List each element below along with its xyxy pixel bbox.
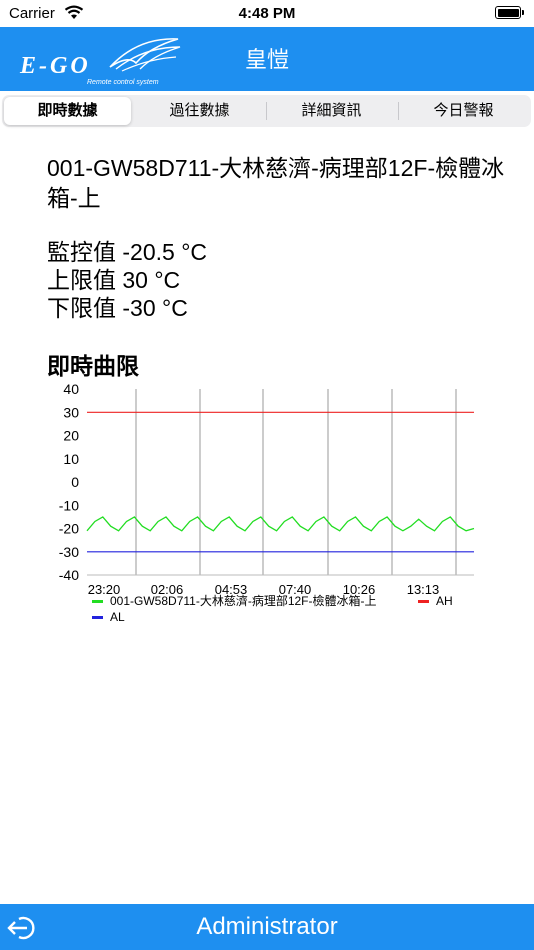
y-tick-label: 10	[63, 451, 79, 467]
navigation-bar: E-GO Remote control system 皇愷	[0, 27, 534, 91]
y-tick-label: 40	[63, 381, 79, 397]
nav-title: 皇愷	[244, 47, 289, 72]
bottom-bar: Administrator	[0, 904, 534, 950]
status-time: 4:48 PM	[238, 5, 296, 22]
y-tick-label: 20	[63, 428, 79, 444]
monitor-value: 監控值 -20.5 °C	[47, 239, 208, 265]
battery-tip	[522, 10, 524, 15]
tab-detail-info[interactable]: 詳細資訊	[268, 97, 395, 125]
tab-divider	[398, 102, 399, 120]
tab-segmented-control: 即時數據 過往數據 詳細資訊 今日警報	[2, 95, 531, 127]
tab-realtime-data[interactable]: 即時數據	[4, 97, 131, 125]
legend-label: AH	[436, 594, 453, 608]
tab-history-data[interactable]: 過往數據	[136, 97, 263, 125]
legend-swatch	[92, 616, 103, 619]
x-tick-label: 13:13	[407, 582, 440, 597]
y-tick-label: 0	[71, 474, 79, 490]
tab-divider	[266, 102, 267, 120]
battery-icon	[495, 6, 521, 19]
lower-limit-value: 下限值 -30 °C	[47, 295, 188, 321]
status-bar: Carrier 4:48 PM	[0, 0, 534, 27]
device-name: 001-GW58D711-大林慈濟-病理部12F-檢體冰箱-上	[47, 155, 505, 211]
legend-swatch	[92, 600, 103, 603]
y-tick-label: -20	[59, 521, 79, 537]
current-user-label: Administrator	[196, 913, 338, 940]
legend-swatch	[418, 600, 429, 603]
upper-limit-value: 上限值 30 °C	[47, 267, 181, 293]
temperature-line-chart: 403020100-10-20-30-4023:20 02:06 04:53 07:4…	[59, 381, 475, 624]
y-tick-label: 30	[63, 404, 79, 420]
legend-label: 001-GW58D711-大林慈濟-病理部12F-檢體冰箱-上	[110, 593, 377, 608]
y-tick-label: -40	[59, 567, 79, 583]
logo-subtext: Remote control system	[87, 79, 159, 86]
tab-today-alarms[interactable]: 今日警報	[400, 97, 527, 125]
legend-label: AL	[110, 610, 125, 624]
y-tick-label: -10	[59, 497, 79, 513]
y-tick-label: -30	[59, 544, 79, 560]
series-line-temperature	[86, 516, 475, 532]
